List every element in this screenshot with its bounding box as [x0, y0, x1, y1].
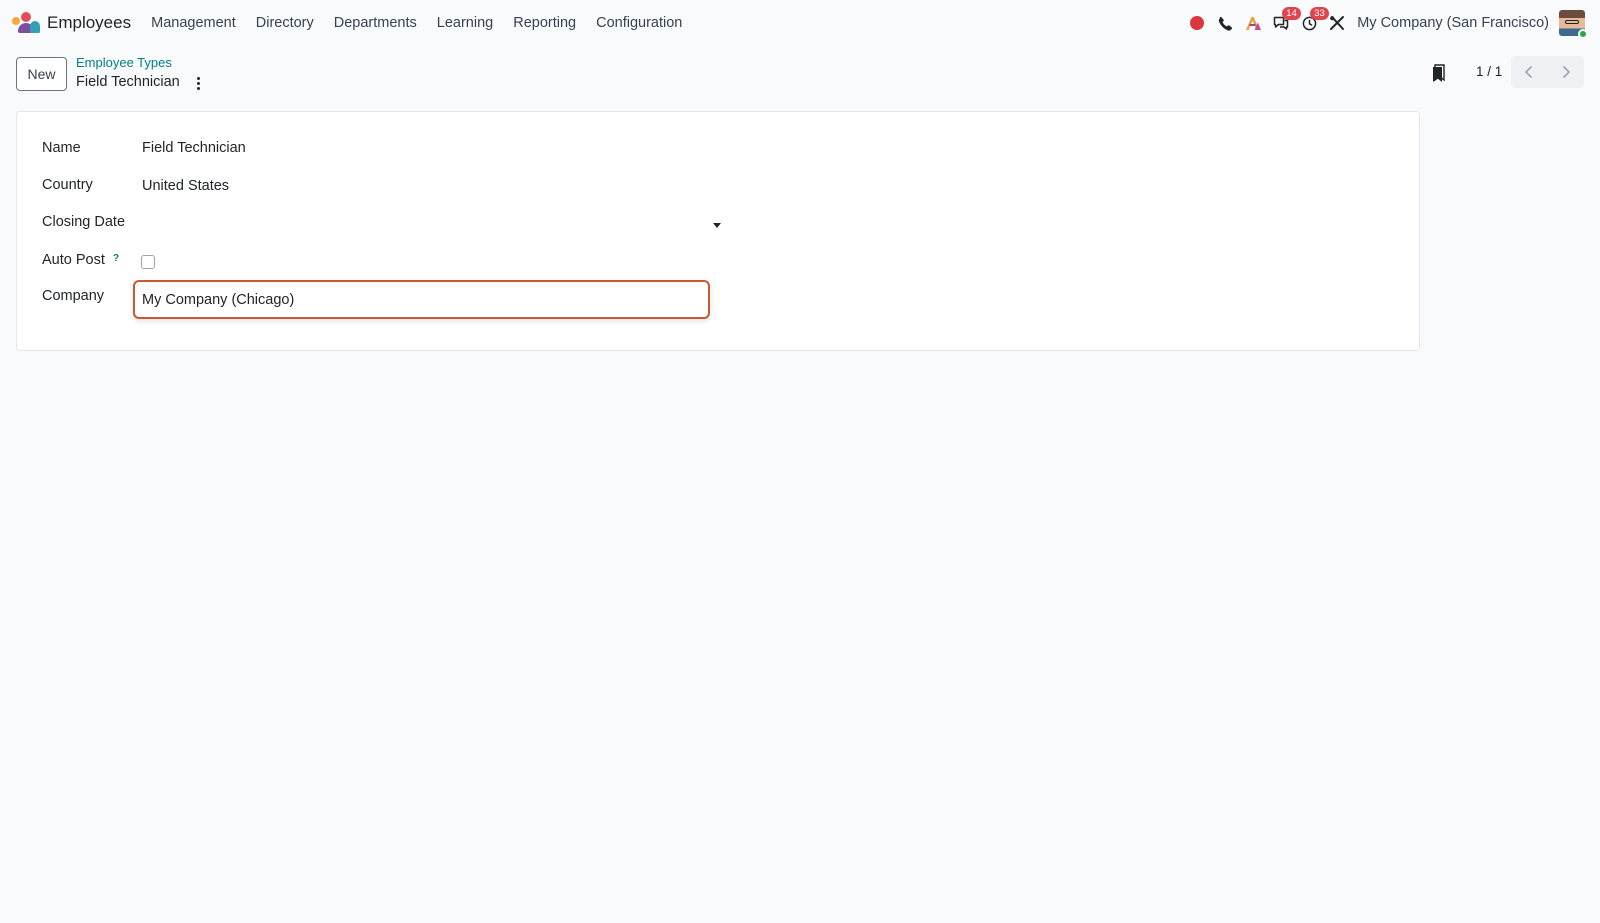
actions-menu-icon[interactable] — [192, 74, 204, 92]
record-icon[interactable] — [1183, 0, 1211, 46]
breadcrumb-employee-types[interactable]: Employee Types — [76, 55, 172, 70]
app-home-link[interactable]: Employees — [12, 12, 131, 34]
employees-app-icon — [12, 12, 40, 34]
company-input[interactable] — [133, 280, 710, 319]
country-field[interactable]: United States — [142, 178, 229, 194]
new-button[interactable]: New — [16, 57, 67, 91]
company-switcher[interactable]: My Company (San Francisco) — [1357, 15, 1549, 31]
company-label: Company — [42, 288, 105, 304]
app-name: Employees — [47, 13, 132, 32]
chevron-left-icon — [1525, 65, 1533, 79]
name-label: Name — [42, 140, 81, 156]
menu-reporting[interactable]: Reporting — [503, 15, 586, 31]
caret-down-icon — [713, 223, 721, 228]
closing-date-label: Closing Date — [42, 214, 126, 230]
online-status-indicator — [1578, 29, 1588, 39]
pager-next-button[interactable] — [1548, 56, 1585, 88]
chevron-right-icon — [1562, 65, 1570, 79]
auto-post-help-icon[interactable]: ? — [113, 253, 119, 264]
pager-previous-button[interactable] — [1511, 56, 1548, 88]
auto-post-checkbox[interactable] — [141, 255, 155, 269]
phone-icon[interactable] — [1211, 0, 1239, 46]
top-navbar: Employees Management Directory Departmen… — [0, 0, 1600, 46]
record-title: Field Technician — [76, 74, 180, 90]
bookmark-icon[interactable] — [1432, 64, 1446, 85]
main-menu: Management Directory Departments Learnin… — [141, 15, 692, 31]
activities-clock-icon[interactable]: 33 — [1295, 0, 1329, 46]
messages-icon[interactable]: 14 — [1267, 0, 1301, 46]
menu-management[interactable]: Management — [141, 15, 246, 31]
debug-tools-icon[interactable] — [1323, 0, 1351, 46]
systray: 14 33 My Company (San Francisco) — [1183, 0, 1600, 46]
form-sheet: Name Field Technician Country United Sta… — [16, 111, 1420, 351]
closing-date-field[interactable] — [139, 212, 727, 238]
menu-directory[interactable]: Directory — [246, 15, 324, 31]
pager-value[interactable]: 1 / 1 — [1476, 64, 1502, 79]
name-field[interactable]: Field Technician — [142, 140, 246, 156]
menu-departments[interactable]: Departments — [324, 15, 427, 31]
auto-post-label: Auto Post — [42, 252, 105, 268]
pager-buttons — [1511, 56, 1584, 88]
user-avatar[interactable] — [1559, 10, 1588, 39]
menu-configuration[interactable]: Configuration — [586, 15, 692, 31]
country-label: Country — [42, 177, 93, 193]
menu-learning[interactable]: Learning — [427, 15, 503, 31]
control-panel: New Employee Types Field Technician 1 / … — [0, 46, 1600, 104]
ai-assistant-icon[interactable] — [1239, 0, 1267, 46]
